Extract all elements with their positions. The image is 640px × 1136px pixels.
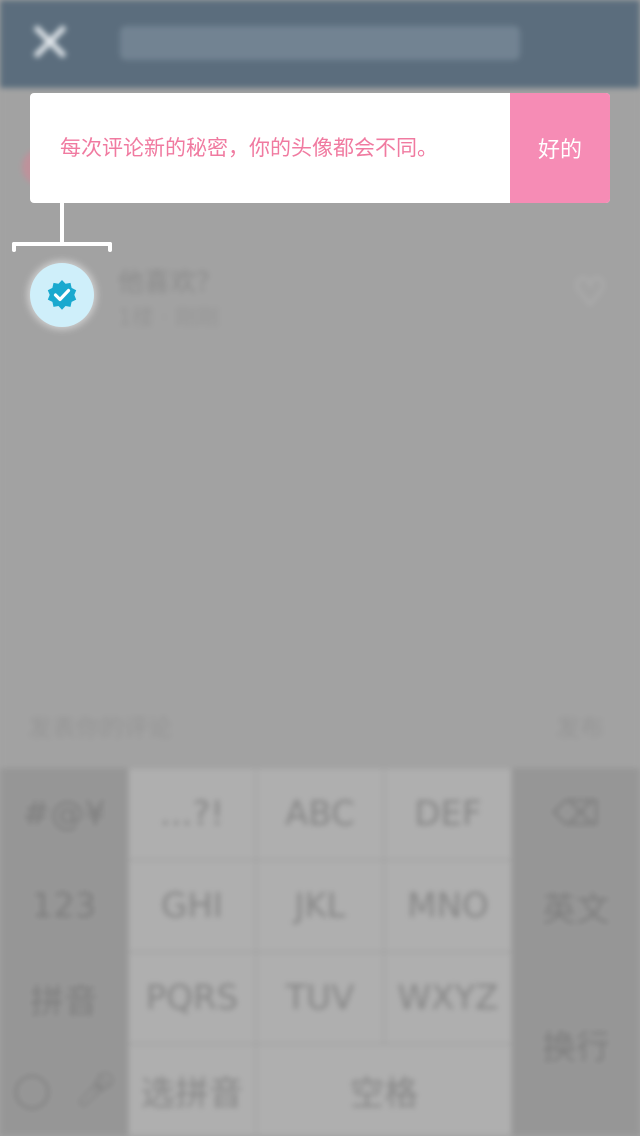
ok-button[interactable]: 好的: [510, 93, 610, 203]
verified-badge-icon: [47, 280, 77, 310]
screen: ✕ 他喜欢？ 1楼 · 刚刚 ♡ 发表你的评论 发布 #@¥ ...?! ABC…: [0, 0, 640, 1136]
avatar: [30, 263, 94, 327]
tip-bracket-left: [12, 242, 16, 252]
avatar-tip-popup: 每次评论新的秘密，你的头像都会不同。 好的: [30, 93, 610, 203]
tip-connector: [60, 203, 64, 245]
tip-bracket: [12, 242, 112, 246]
tip-message: 每次评论新的秘密，你的头像都会不同。: [60, 136, 438, 160]
tip-bracket-right: [108, 242, 112, 252]
